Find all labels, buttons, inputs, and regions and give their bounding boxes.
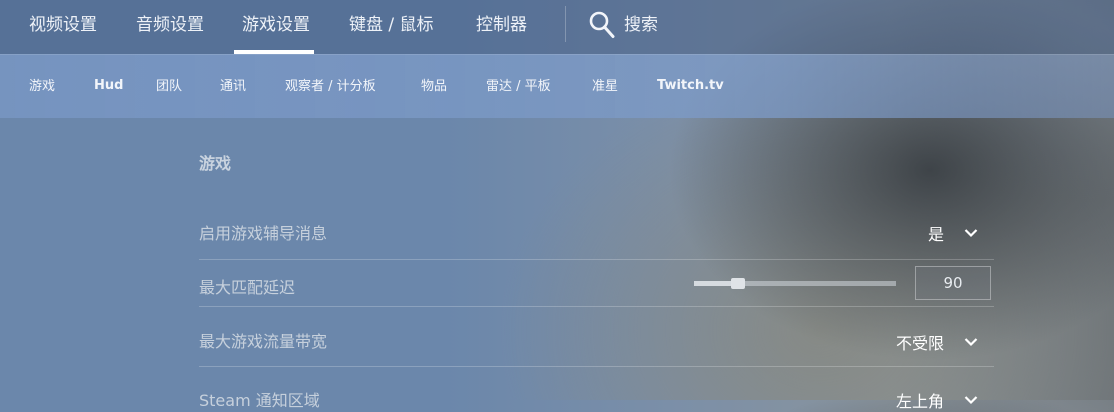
max-matchmaking-delay-slider[interactable] — [694, 278, 896, 289]
subtab-game[interactable]: 游戏 — [29, 55, 55, 119]
setting-row-steam-notification-area: Steam 通知区域 左上角 — [199, 387, 994, 411]
subtab-crosshair[interactable]: 准星 — [592, 55, 618, 119]
subtab-hud[interactable]: Hud — [94, 55, 123, 117]
subtab-team[interactable]: 团队 — [156, 55, 182, 119]
max-bandwidth-dropdown[interactable]: 不受限 — [896, 330, 978, 354]
setting-row-max-bandwidth: 最大游戏流量带宽 不受限 — [199, 328, 994, 354]
subtab-radar-tablet[interactable]: 雷达 / 平板 — [486, 55, 551, 119]
search-label[interactable]: 搜索 — [624, 0, 658, 50]
subtab-spectator-scoreboard[interactable]: 观察者 / 计分板 — [285, 55, 376, 119]
row-divider — [199, 366, 994, 367]
tab-keyboard-mouse[interactable]: 键盘 / 鼠标 — [349, 0, 434, 54]
chevron-down-icon — [964, 396, 978, 405]
subtab-communication[interactable]: 通讯 — [220, 55, 246, 119]
search-icon[interactable] — [589, 11, 615, 39]
dropdown-value: 是 — [927, 225, 944, 244]
tab-game-settings[interactable]: 游戏设置 — [234, 0, 314, 54]
setting-label: 最大匹配延迟 — [199, 278, 296, 297]
tab-audio-settings[interactable]: 音频设置 — [136, 0, 204, 54]
dropdown-value: 不受限 — [895, 334, 944, 353]
setting-label: Steam 通知区域 — [199, 391, 320, 410]
dropdown-value: 左上角 — [895, 392, 944, 411]
setting-row-max-matchmaking-delay: 最大匹配延迟 — [199, 274, 994, 298]
subtab-items[interactable]: 物品 — [421, 55, 447, 119]
row-divider — [199, 306, 994, 307]
tab-controller[interactable]: 控制器 — [476, 0, 527, 54]
setting-row-coaching-messages: 启用游戏辅导消息 是 — [199, 220, 994, 244]
subtab-twitch[interactable]: Twitch.tv — [657, 55, 724, 117]
nav-divider — [565, 6, 566, 42]
max-matchmaking-delay-value[interactable]: 90 — [915, 266, 991, 300]
top-nav-bar: 视频设置 音频设置 游戏设置 键盘 / 鼠标 控制器 搜索 — [0, 0, 1114, 54]
slider-handle[interactable] — [731, 278, 745, 289]
chevron-down-icon — [964, 229, 978, 238]
tab-video-settings[interactable]: 视频设置 — [29, 0, 97, 54]
chevron-down-icon — [964, 338, 978, 347]
steam-notification-area-dropdown[interactable]: 左上角 — [896, 388, 978, 412]
setting-label: 最大游戏流量带宽 — [199, 332, 328, 351]
setting-label: 启用游戏辅导消息 — [199, 224, 328, 243]
sub-nav-bar: 游戏 Hud 团队 通讯 观察者 / 计分板 物品 雷达 / 平板 准星 Twi… — [0, 54, 1114, 118]
row-divider — [199, 259, 994, 260]
coaching-messages-dropdown[interactable]: 是 — [928, 221, 978, 245]
section-title: 游戏 — [199, 154, 232, 173]
